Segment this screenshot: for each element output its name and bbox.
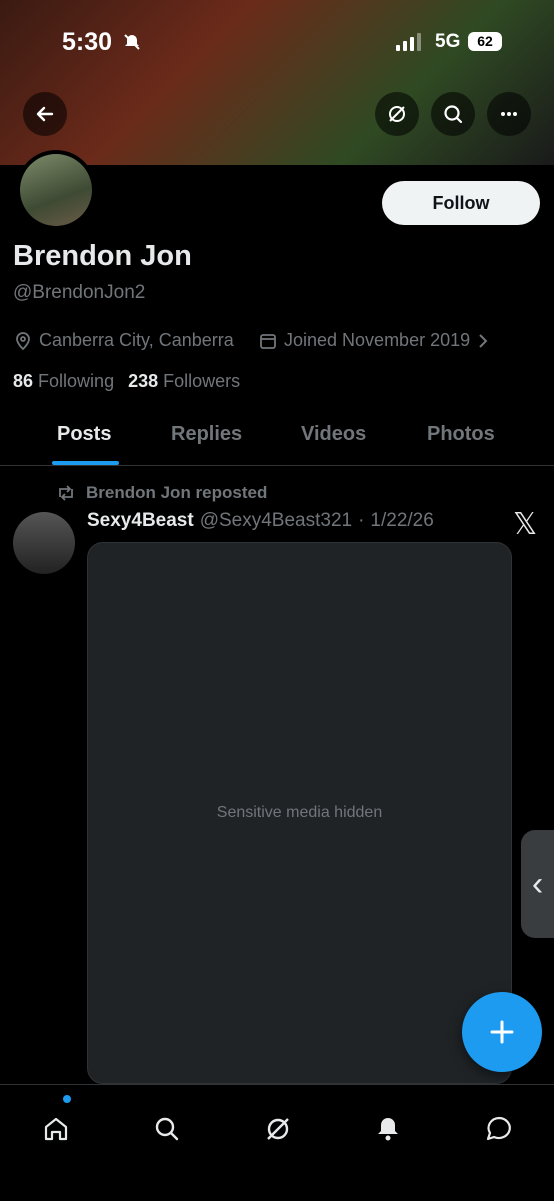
plus-icon [490,1020,514,1044]
tab-photos[interactable]: Photos [427,423,495,446]
more-button[interactable] [487,92,531,136]
follow-button[interactable]: Follow [382,181,540,225]
x-logo-icon: 𝕏 [513,508,538,541]
repost-indicator: Brendon Jon reposted [56,483,267,503]
home-icon [44,1117,68,1141]
search-button[interactable] [431,92,475,136]
post-header: Sexy4Beast @Sexy4Beast321 · 1/22/26 [87,510,434,532]
grok-icon [267,1118,289,1140]
post-author-avatar[interactable] [13,512,75,574]
profile-location: Canberra City, Canberra [13,330,234,351]
network-type: 5G [435,31,461,52]
location-icon [16,331,30,350]
location-text: Canberra City, Canberra [39,330,234,350]
profile-avatar[interactable] [16,150,96,230]
grok-button[interactable] [375,92,419,136]
tab-replies[interactable]: Replies [171,423,242,446]
active-tab-indicator [52,461,119,465]
message-icon [486,1116,511,1141]
followers-label: Followers [163,371,241,391]
battery-icon: 62 [468,32,502,51]
arrow-left-icon [36,106,54,122]
nav-home[interactable] [36,1109,76,1149]
profile-counts: 86 Following 238 Followers [13,371,240,392]
back-button[interactable] [23,92,67,136]
nav-notifications[interactable] [368,1109,408,1149]
post-author-name[interactable]: Sexy4Beast [87,510,194,532]
nav-grok[interactable] [258,1109,298,1149]
repost-label: Brendon Jon reposted [86,483,268,502]
search-icon [155,1117,179,1141]
status-bar: 5:30 5G 62 [0,0,554,80]
chevron-right-icon [479,333,488,348]
profile-handle: @BrendonJon2 [13,282,146,303]
following-label: Following [38,371,115,391]
tab-posts[interactable]: Posts [57,423,111,446]
followers-link[interactable]: 238 Followers [128,371,240,392]
bell-icon [378,1118,398,1141]
media-hidden-note: Sensitive media hidden [216,804,383,821]
status-time: 5:30 [62,28,113,56]
joined-text: Joined November 2019 [284,330,471,350]
calendar-icon [260,333,276,349]
more-icon [501,112,517,116]
post-date: 1/22/26 [370,510,434,531]
profile-joined[interactable]: Joined November 2019 [258,330,490,351]
post-media-placeholder[interactable]: Sensitive media hidden [87,542,512,1084]
following-link[interactable]: 86 Following [13,371,114,392]
home-notification-dot [63,1095,71,1103]
post-author-handle: @Sexy4Beast321 [199,510,353,531]
followers-count: 238 [128,371,159,391]
compose-button[interactable] [462,992,542,1072]
bell-slash-icon [122,32,142,57]
bottom-nav [0,1084,554,1201]
nav-messages[interactable] [479,1109,519,1149]
signal-icon [396,33,421,51]
repost-icon [59,485,73,501]
post-separator: · [358,510,365,531]
search-icon [444,105,463,124]
tab-videos[interactable]: Videos [301,423,366,446]
nav-search[interactable] [147,1109,187,1149]
side-panel-handle[interactable]: ‹ [521,830,554,938]
following-count: 86 [13,371,34,391]
grok-icon [389,106,405,122]
profile-tabs: Posts Replies Videos Photos [0,405,554,466]
profile-name: Brendon Jon [13,240,192,272]
